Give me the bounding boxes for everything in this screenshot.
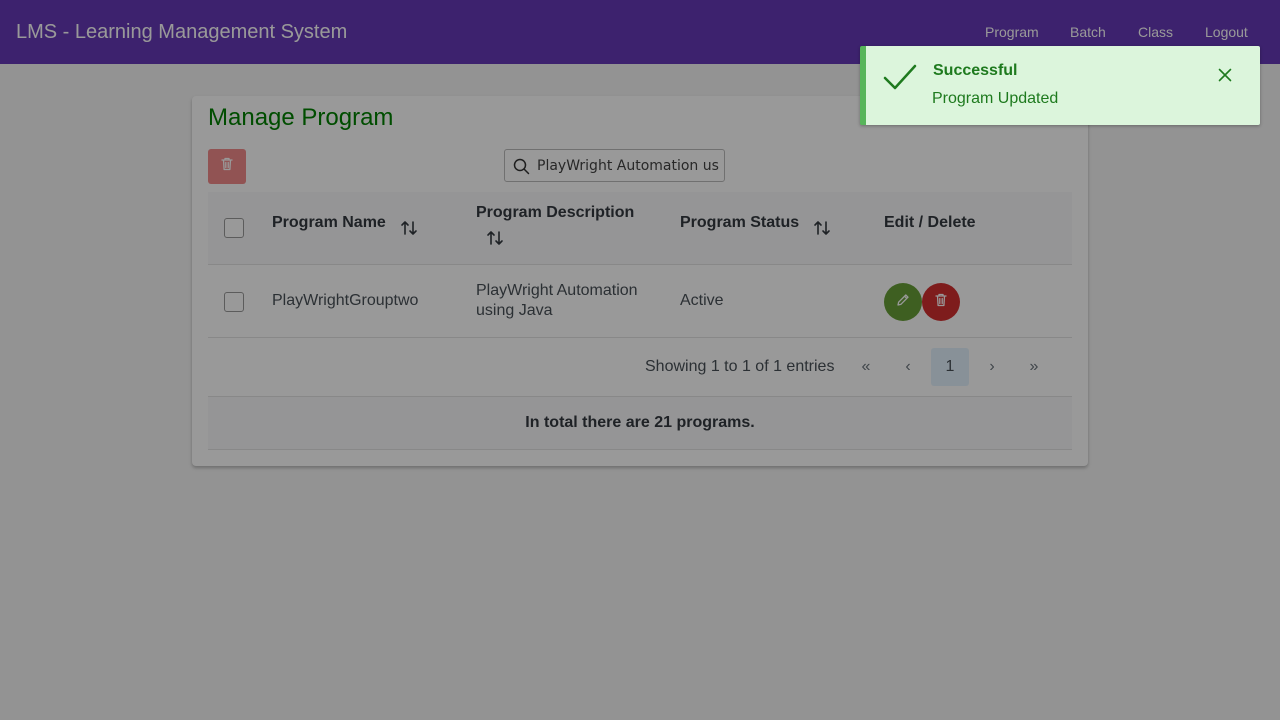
close-icon[interactable] [1218,68,1232,87]
toast-summary: Successful [933,62,1018,79]
success-toast: Successful Program Updated [860,46,1260,125]
toast-detail: Program Updated [932,90,1059,107]
check-icon [882,62,918,99]
